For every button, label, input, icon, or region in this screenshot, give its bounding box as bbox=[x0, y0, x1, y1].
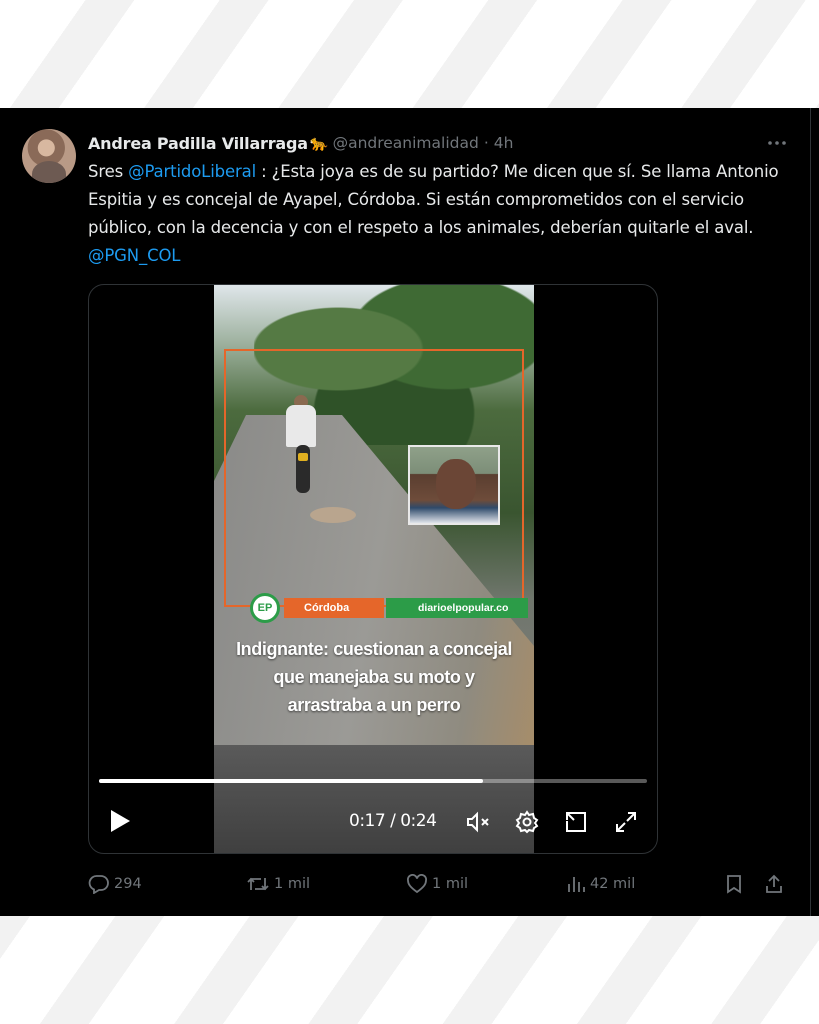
video-headline-line: que manejaba su moto y bbox=[273, 667, 475, 687]
video-headline: Indignante: cuestionan a concejal que ma… bbox=[214, 635, 534, 719]
author-handle[interactable]: @andreanimalidad bbox=[333, 134, 479, 152]
share-icon[interactable] bbox=[764, 874, 788, 894]
repost-count: 1 mil bbox=[274, 876, 311, 892]
views-count: 42 mil bbox=[590, 876, 636, 892]
video-rider bbox=[286, 405, 316, 447]
video-headline-line: Indignante: cuestionan a concejal bbox=[236, 639, 512, 659]
repost-icon bbox=[247, 877, 269, 891]
fullscreen-icon[interactable] bbox=[613, 809, 639, 835]
play-icon[interactable] bbox=[109, 809, 131, 833]
video-frame[interactable]: Córdoba diarioelpopular.co EP Indignante… bbox=[214, 285, 534, 853]
mute-icon[interactable] bbox=[465, 809, 491, 835]
video-inset-face bbox=[436, 459, 476, 509]
video-progress-fill bbox=[99, 779, 483, 783]
tweet-timestamp[interactable]: 4h bbox=[494, 134, 514, 152]
video-site-label: diarioelpopular.co bbox=[386, 598, 528, 618]
video-headline-line: arrastraba a un perro bbox=[287, 695, 461, 715]
video-news-logo: EP bbox=[250, 593, 280, 623]
repost-button[interactable]: 1 mil bbox=[246, 874, 310, 894]
video-player[interactable]: Córdoba diarioelpopular.co EP Indignante… bbox=[88, 284, 658, 854]
views-button[interactable]: 42 mil bbox=[566, 874, 635, 894]
mention-link[interactable]: @PGN_COL bbox=[88, 246, 180, 265]
video-dog bbox=[310, 507, 356, 523]
video-time-readout: 0:17 / 0:24 bbox=[349, 811, 437, 831]
tweet-card[interactable]: Andrea Padilla Villarraga 🐆 @andreanimal… bbox=[0, 108, 819, 916]
bookmark-icon[interactable] bbox=[724, 874, 748, 894]
video-controls: 0:17 / 0:24 bbox=[89, 801, 657, 841]
video-news-bar: Córdoba diarioelpopular.co EP bbox=[250, 593, 530, 623]
more-icon[interactable] bbox=[767, 132, 787, 150]
video-region-label: Córdoba bbox=[284, 598, 384, 618]
author-display-name[interactable]: Andrea Padilla Villarraga bbox=[88, 134, 308, 153]
mention-link[interactable]: @PartidoLiberal bbox=[128, 162, 256, 181]
tweet-text: Sres @PartidoLiberal : ¿Esta joya es de … bbox=[88, 158, 788, 270]
reply-count: 294 bbox=[114, 876, 142, 892]
like-count: 1 mil bbox=[432, 876, 469, 892]
like-button[interactable]: 1 mil bbox=[406, 874, 468, 894]
separator-dot: · bbox=[483, 134, 489, 152]
heart-icon bbox=[407, 874, 427, 894]
tweet-text-part: Sres bbox=[88, 162, 129, 181]
video-motorcycle-light bbox=[298, 453, 308, 461]
gear-icon[interactable] bbox=[514, 809, 540, 835]
views-icon bbox=[568, 877, 585, 892]
leopard-emoji-icon: 🐆 bbox=[309, 134, 329, 152]
avatar[interactable] bbox=[22, 129, 76, 183]
tweet-header: Andrea Padilla Villarraga 🐆 @andreanimal… bbox=[88, 132, 513, 154]
video-progress-bar[interactable] bbox=[99, 779, 647, 783]
video-inset-photo bbox=[408, 445, 500, 525]
reply-button[interactable]: 294 bbox=[88, 874, 142, 894]
timeline-border bbox=[810, 108, 811, 916]
reply-icon bbox=[88, 875, 109, 894]
tweet-actions: 294 1 mil 1 mil 42 mil bbox=[88, 870, 798, 900]
pip-icon[interactable] bbox=[563, 809, 589, 835]
